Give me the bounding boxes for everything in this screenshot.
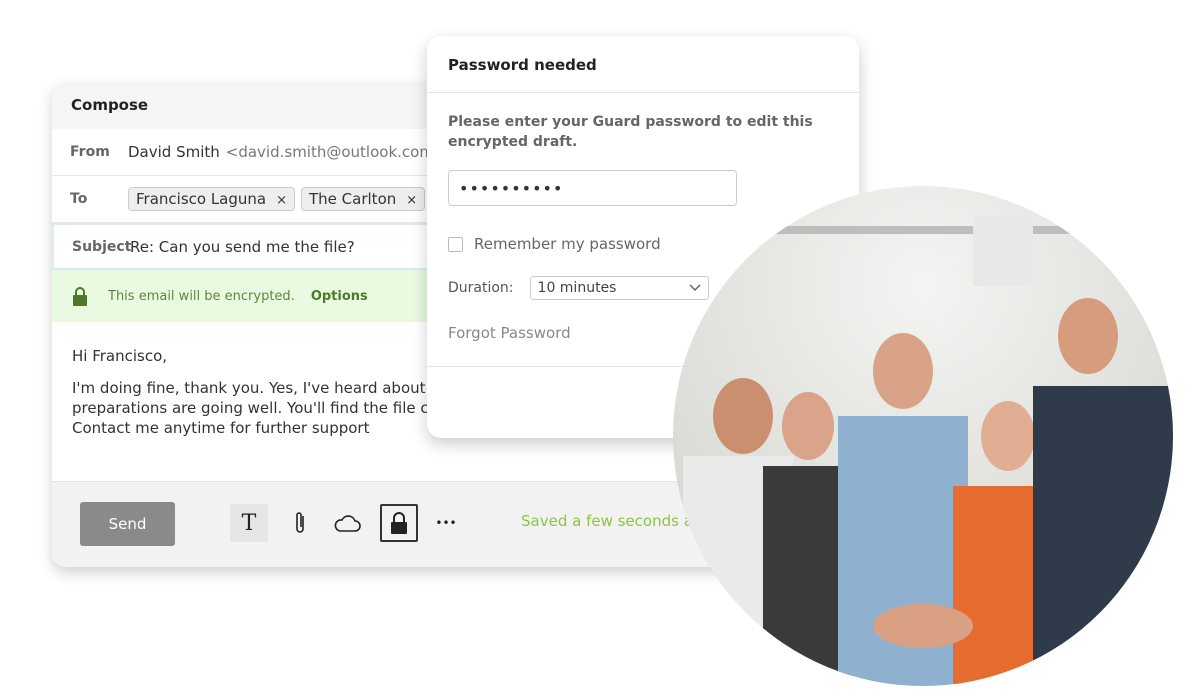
from-name: David Smith: [128, 143, 220, 161]
subject-label: Subject: [72, 238, 132, 255]
remove-recipient-icon[interactable]: ×: [406, 193, 417, 208]
from-label: From: [70, 144, 110, 160]
duration-select[interactable]: 10 minutes: [529, 276, 709, 300]
team-illustration: [673, 216, 1173, 686]
remember-label: Remember my password: [474, 235, 661, 253]
forgot-password-link[interactable]: Forgot Password: [448, 324, 571, 342]
dialog-title: Password needed: [427, 36, 859, 93]
duration-row: Duration: 10 minutes: [448, 276, 709, 300]
paperclip-icon[interactable]: [281, 504, 319, 542]
remove-recipient-icon[interactable]: ×: [276, 193, 287, 208]
lock-icon[interactable]: [380, 504, 418, 542]
cloud-icon[interactable]: [328, 504, 366, 542]
chevron-down-icon: [689, 284, 700, 291]
saved-status: Saved a few seconds ago: [521, 512, 712, 530]
recipient-name: Francisco Laguna: [136, 190, 267, 208]
subject-value[interactable]: Re: Can you send me the file?: [130, 238, 355, 256]
send-button[interactable]: Send: [80, 502, 175, 546]
lock-icon: [73, 286, 87, 306]
options-link[interactable]: Options: [311, 289, 368, 304]
to-label: To: [70, 191, 88, 207]
remember-password-checkbox[interactable]: Remember my password: [448, 235, 661, 253]
team-photo: [673, 186, 1173, 686]
from-email: <david.smith@outlook.com>: [225, 143, 447, 161]
text-format-icon[interactable]: T: [230, 504, 268, 542]
password-input[interactable]: [448, 170, 737, 206]
duration-value: 10 minutes: [537, 280, 617, 296]
encryption-notice: This email will be encrypted.: [108, 288, 295, 304]
checkbox-icon[interactable]: [448, 236, 463, 252]
recipient-chip[interactable]: The Carlton ×: [301, 187, 426, 211]
recipient-chip[interactable]: Francisco Laguna ×: [128, 187, 296, 211]
recipient-name: The Carlton: [309, 190, 397, 208]
compose-footer: Send T ••• Saved a few seconds ago: [52, 481, 742, 567]
more-icon[interactable]: •••: [427, 504, 465, 542]
dialog-message: Please enter your Guard password to edit…: [448, 114, 813, 150]
duration-label: Duration:: [448, 280, 514, 296]
